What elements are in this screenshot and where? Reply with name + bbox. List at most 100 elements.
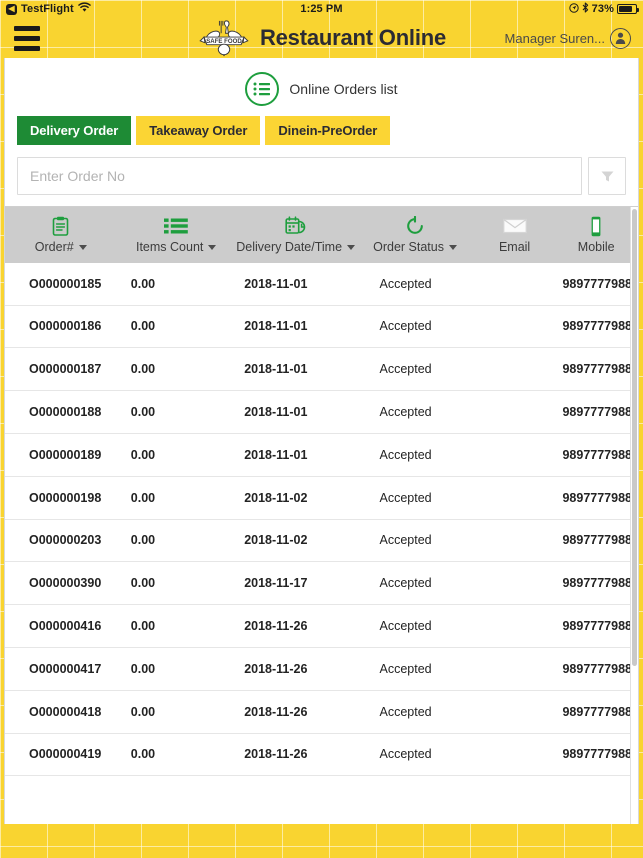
mobile-phone-icon	[589, 215, 603, 237]
cell-date: 2018-11-02	[244, 533, 308, 548]
chevron-left-icon[interactable]: ◀	[6, 3, 17, 15]
tab-takeaway-order[interactable]: Takeaway Order	[136, 116, 261, 145]
vertical-scrollbar[interactable]	[630, 207, 638, 824]
column-header-order[interactable]: Order#	[5, 213, 116, 255]
chevron-down-icon[interactable]	[449, 245, 457, 250]
search-input[interactable]	[17, 157, 582, 195]
order-type-tabs: Delivery Order Takeaway Order Dinein-Pre…	[5, 116, 638, 145]
table-header-row: Order# Items Count Delivery Date/Time Or…	[5, 207, 638, 263]
cell-order: O000000416	[29, 619, 102, 634]
cell-status: Accepted	[379, 619, 432, 634]
cell-items: 0.00	[130, 619, 156, 634]
table-row[interactable]: O000000185 0.00 2018-11-01 Accepted 9897…	[5, 263, 638, 306]
app-root: ◀ TestFlight 1:25 PM 73% SAFE FOOD Resta…	[0, 0, 643, 858]
cell-order: O000000417	[29, 661, 102, 676]
table-row[interactable]: O000000198 0.00 2018-11-02 Accepted 9897…	[5, 477, 638, 520]
location-icon	[568, 2, 579, 16]
status-bar-left: ◀ TestFlight	[6, 2, 91, 16]
user-menu[interactable]: Manager Suren...	[504, 27, 631, 49]
column-header-order-status-label: Order Status	[373, 240, 444, 254]
cell-items: 0.00	[130, 661, 156, 676]
cell-date: 2018-11-02	[244, 490, 308, 505]
cell-status: Accepted	[379, 276, 432, 291]
list-lines-icon	[164, 215, 188, 237]
cell-order: O000000186	[29, 319, 102, 334]
column-header-email: Email	[475, 213, 555, 255]
page-title: Restaurant Online	[259, 25, 447, 50]
battery-icon	[617, 4, 639, 14]
table-row[interactable]: O000000416 0.00 2018-11-26 Accepted 9897…	[5, 605, 638, 648]
column-header-delivery-datetime-label: Delivery Date/Time	[236, 240, 343, 254]
cell-date: 2018-11-26	[244, 619, 308, 634]
cell-items: 0.00	[130, 747, 156, 762]
cell-mobile: 9897777988	[562, 533, 632, 548]
cell-date: 2018-11-26	[244, 704, 308, 719]
table-row[interactable]: O000000203 0.00 2018-11-02 Accepted 9897…	[5, 520, 638, 563]
footer-strip	[0, 824, 643, 858]
cell-order: O000000418	[29, 704, 102, 719]
tab-dinein-preorder[interactable]: Dinein-PreOrder	[265, 116, 391, 145]
cell-order: O000000185	[29, 276, 102, 291]
table-row[interactable]: O000000419 0.00 2018-11-26 Accepted 9897…	[5, 734, 638, 777]
user-name-label: Manager Suren...	[504, 30, 605, 46]
cell-status: Accepted	[379, 576, 432, 591]
cell-mobile: 9897777988	[562, 319, 632, 334]
orders-list-title: Online Orders list	[289, 81, 398, 97]
cell-order: O000000419	[29, 747, 102, 762]
cell-order: O000000189	[29, 447, 102, 462]
cell-date: 2018-11-26	[244, 661, 308, 676]
cell-mobile: 9897777988	[562, 276, 632, 291]
hamburger-menu-icon[interactable]	[12, 22, 42, 55]
cell-mobile: 9897777988	[562, 405, 632, 420]
column-header-order-label: Order#	[34, 240, 74, 254]
calendar-clock-icon	[285, 215, 306, 237]
table-row[interactable]: O000000418 0.00 2018-11-26 Accepted 9897…	[5, 691, 638, 734]
cell-date: 2018-11-01	[244, 447, 308, 462]
refresh-circle-icon	[405, 215, 425, 237]
status-bar-clock: 1:25 PM	[300, 3, 343, 15]
content-card: Online Orders list Delivery Order Takeaw…	[4, 58, 639, 824]
cell-status: Accepted	[379, 490, 432, 505]
tab-delivery-order[interactable]: Delivery Order	[17, 116, 132, 145]
table-row[interactable]: O000000188 0.00 2018-11-01 Accepted 9897…	[5, 391, 638, 434]
app-header: SAFE FOOD Restaurant Online Manager Sure…	[0, 18, 643, 58]
clipboard-icon	[52, 215, 69, 237]
table-row[interactable]: O000000189 0.00 2018-11-01 Accepted 9897…	[5, 434, 638, 477]
cell-date: 2018-11-01	[244, 276, 308, 291]
cell-date: 2018-11-17	[244, 576, 308, 591]
table-row[interactable]: O000000417 0.00 2018-11-26 Accepted 9897…	[5, 648, 638, 691]
cell-items: 0.00	[130, 704, 156, 719]
column-header-mobile-label: Mobile	[577, 240, 615, 254]
cell-mobile: 9897777988	[562, 447, 632, 462]
cell-order: O000000390	[29, 576, 102, 591]
cell-items: 0.00	[130, 576, 156, 591]
cell-status: Accepted	[379, 747, 432, 762]
cell-order: O000000188	[29, 405, 102, 420]
table-row[interactable]: O000000390 0.00 2018-11-17 Accepted 9897…	[5, 562, 638, 606]
cell-items: 0.00	[130, 362, 156, 377]
column-header-items-count[interactable]: Items Count	[116, 213, 235, 255]
cell-mobile: 9897777988	[562, 704, 632, 719]
scrollbar-thumb[interactable]	[632, 209, 637, 666]
funnel-filter-icon[interactable]	[588, 157, 626, 195]
chevron-down-icon[interactable]	[347, 245, 356, 250]
chevron-down-icon[interactable]	[208, 245, 217, 250]
cell-mobile: 9897777988	[562, 619, 632, 634]
column-header-order-status[interactable]: Order Status	[355, 213, 474, 255]
bulleted-list-icon	[245, 72, 280, 106]
cell-order: O000000198	[29, 490, 102, 505]
cell-status: Accepted	[379, 447, 432, 462]
cell-status: Accepted	[379, 704, 432, 719]
status-bar-right: 73%	[568, 2, 639, 16]
table-row[interactable]: O000000187 0.00 2018-11-01 Accepted 9897…	[5, 348, 638, 392]
table-body: O000000185 0.00 2018-11-01 Accepted 9897…	[5, 262, 638, 824]
ios-status-bar: ◀ TestFlight 1:25 PM 73%	[0, 0, 643, 18]
column-header-delivery-datetime[interactable]: Delivery Date/Time	[236, 213, 356, 255]
table-row[interactable]: O000000186 0.00 2018-11-01 Accepted 9897…	[5, 306, 638, 349]
cell-mobile: 9897777988	[562, 661, 632, 676]
testflight-label[interactable]: TestFlight	[21, 3, 74, 15]
cell-status: Accepted	[379, 319, 432, 334]
column-header-email-label: Email	[498, 240, 531, 254]
svg-text:SAFE FOOD: SAFE FOOD	[206, 38, 242, 45]
chevron-down-icon[interactable]	[78, 245, 87, 250]
